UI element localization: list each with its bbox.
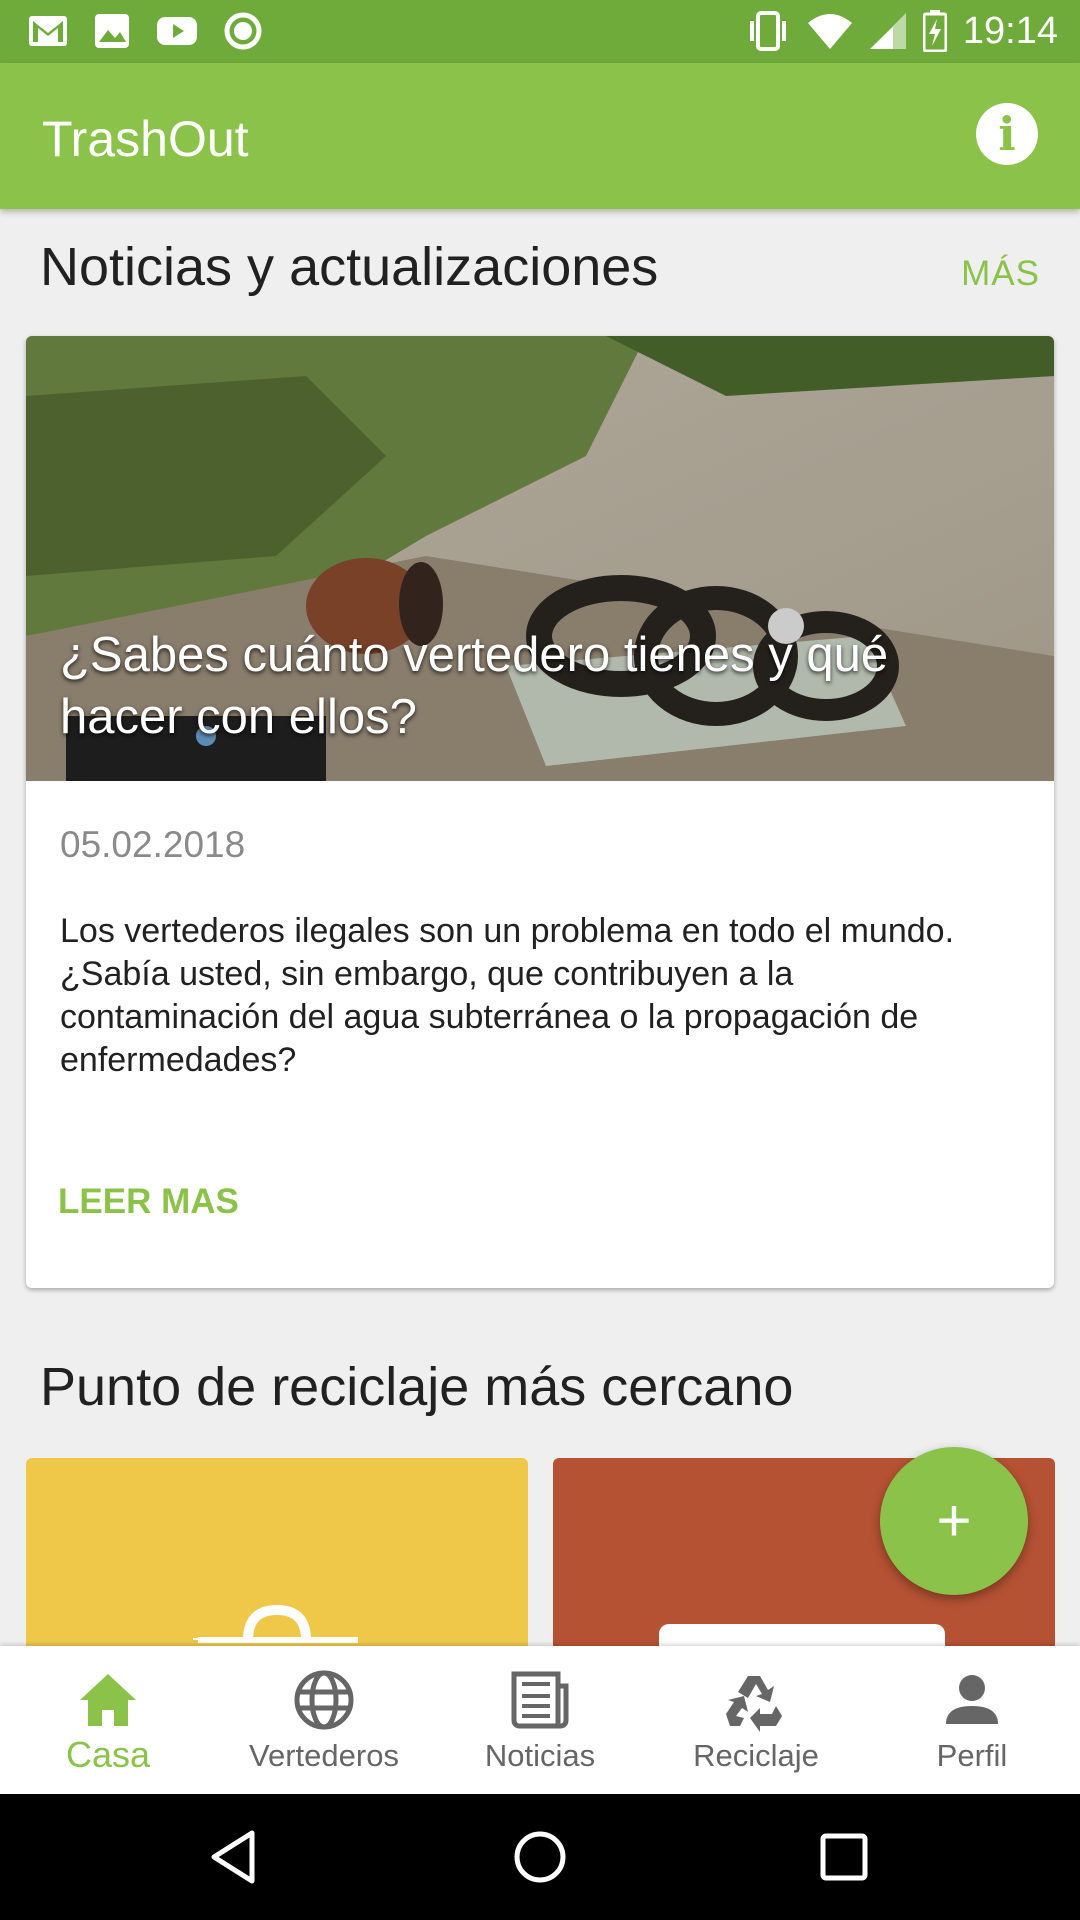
read-more-button[interactable]: LEER MAS [58, 1182, 239, 1222]
news-body: Los vertederos ilegales son un problema … [60, 912, 955, 1079]
wifi-icon [807, 14, 852, 49]
vibrate-icon [749, 11, 786, 51]
status-clock: 19:14 [962, 10, 1058, 52]
bottom-navigation: Casa Vertederos Noticias Reciclaje Perfi… [0, 1646, 1080, 1794]
back-icon[interactable] [206, 1827, 266, 1887]
plus-icon: + [936, 1487, 972, 1554]
recycle-icon [726, 1676, 782, 1732]
recents-icon[interactable] [814, 1827, 874, 1887]
recycling-section-title: Punto de reciclaje más cercano [40, 1357, 794, 1417]
nav-item-casa[interactable]: Casa [0, 1646, 216, 1794]
news-headline: ¿Sabes cuánto vertedero tienes y qué hac… [60, 628, 889, 744]
person-icon [946, 1675, 998, 1724]
image-icon [95, 14, 129, 48]
nav-label: Casa [65, 1734, 151, 1775]
gmail-icon [29, 16, 67, 46]
nav-label: Noticias [484, 1738, 596, 1773]
home-circle-icon[interactable] [510, 1827, 570, 1887]
home-icon [80, 1674, 136, 1726]
app-bar: TrashOut i [0, 63, 1080, 209]
add-dump-button[interactable]: + [880, 1447, 1028, 1595]
nav-item-vertederos[interactable]: Vertederos [216, 1646, 432, 1794]
newspaper-icon [511, 1671, 569, 1729]
youtube-icon [157, 17, 197, 45]
globe-icon [294, 1670, 354, 1730]
bag-icon [193, 1604, 358, 1643]
nav-label: Reciclaje [693, 1738, 819, 1773]
nav-item-perfil[interactable]: Perfil [864, 1646, 1080, 1794]
more-news-link[interactable]: MÁS [961, 254, 1040, 294]
signal-icon [869, 13, 906, 49]
system-navigation-bar [0, 1794, 1080, 1920]
nav-label: Vertederos [249, 1738, 399, 1773]
news-card[interactable]: ¿Sabes cuánto vertedero tienes y qué hac… [26, 336, 1054, 1288]
nav-item-reciclaje[interactable]: Reciclaje [648, 1646, 864, 1794]
battery-charging-icon [922, 10, 947, 52]
nav-label: Perfil [936, 1738, 1008, 1773]
info-icon[interactable]: i [976, 103, 1038, 165]
news-date: 05.02.2018 [60, 824, 246, 865]
app-title: TrashOut [42, 111, 249, 167]
nav-item-noticias[interactable]: Noticias [432, 1646, 648, 1794]
sync-icon [224, 12, 262, 50]
status-bar: 19:14 [0, 0, 1080, 63]
news-section-title: Noticias y actualizaciones [40, 237, 659, 297]
recycling-point-card[interactable] [26, 1458, 528, 1658]
